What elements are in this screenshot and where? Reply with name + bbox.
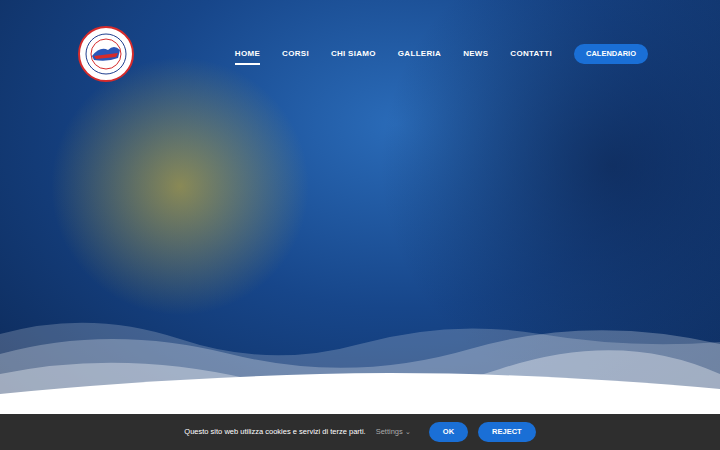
nav-item[interactable]: NEWS xyxy=(463,48,488,65)
nav-item[interactable]: GALLERIA xyxy=(398,48,441,65)
nav-item[interactable]: CONTATTI xyxy=(510,48,552,65)
hero: HOME CORSI CHI SIAMO GALLERIA NEWS CONTATTI CA… xyxy=(0,0,720,414)
cookie-button[interactable]: OK xyxy=(429,422,468,442)
wave-icon xyxy=(0,314,720,414)
page: HOME CORSI CHI SIAMO GALLERIA NEWS CONTATTI CA… xyxy=(0,0,720,450)
cookie-bar: Questo sito web utilizza cookies e servi… xyxy=(0,414,720,450)
nav-item[interactable]: CHI SIAMO xyxy=(331,48,376,65)
site-header: HOME CORSI CHI SIAMO GALLERIA NEWS CONTATTI CA… xyxy=(0,0,720,82)
calendar-button[interactable]: CALENDARIO xyxy=(574,44,648,64)
cookie-message: Questo sito web utilizza cookies e servi… xyxy=(184,426,365,437)
main-nav: HOME CORSI CHI SIAMO GALLERIA NEWS CONTATTI CA… xyxy=(235,44,648,68)
cookie-settings[interactable]: Settings⌄ xyxy=(376,426,411,437)
cookie-button[interactable]: REJECT xyxy=(478,422,536,442)
logo-icon[interactable] xyxy=(78,26,134,82)
nav-item[interactable]: HOME xyxy=(235,48,260,65)
nav-item[interactable]: CORSI xyxy=(282,48,309,65)
